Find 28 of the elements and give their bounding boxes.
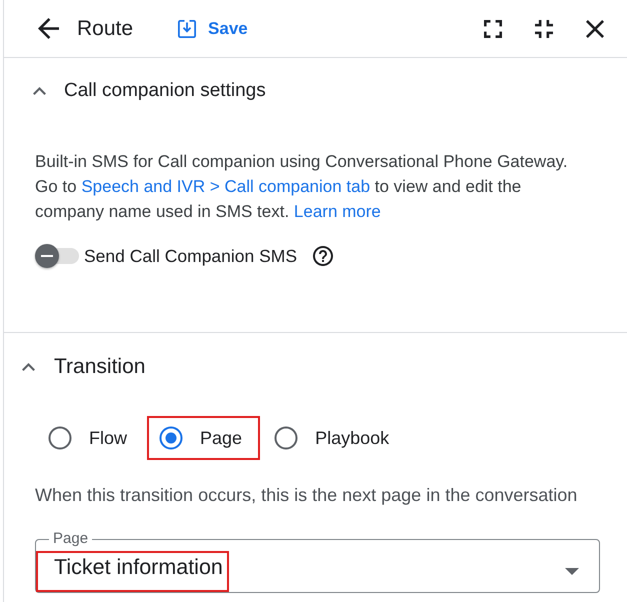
back-arrow-icon[interactable] — [38, 18, 59, 39]
radio-button-icon[interactable] — [274, 426, 298, 450]
hint-text: When this transition occurs, this is the next page in the conversation — [35, 485, 578, 505]
section-title: Transition — [54, 355, 146, 379]
help-icon[interactable] — [313, 246, 334, 266]
toggle-switch[interactable] — [35, 244, 79, 268]
panel-title: Route — [77, 16, 134, 40]
page-select-field[interactable]: Page Ticket information — [35, 531, 600, 593]
close-icon[interactable] — [586, 20, 604, 38]
radio-option[interactable]: Flow — [48, 426, 128, 450]
chevron-up-icon[interactable] — [33, 87, 46, 95]
field-label: Page — [52, 531, 90, 547]
link[interactable]: Speech and IVR > Call companion tab — [81, 177, 370, 196]
radio-button-icon[interactable] — [48, 426, 72, 450]
save-icon — [178, 20, 196, 38]
field-value: Ticket information — [54, 554, 223, 580]
description-text: Built-in SMS for Call companion using Conversational Phone Gateway. Go to Speech and IVR > Call companion tab to view and edit the company name used in SMS text. Learn more — [35, 151, 569, 223]
exit-fullscreen-icon[interactable] — [535, 20, 553, 38]
radio-option[interactable]: Playbook — [274, 426, 390, 450]
section-title: Call companion settings — [64, 80, 266, 102]
chevron-up-icon[interactable] — [22, 363, 35, 371]
fullscreen-icon[interactable] — [484, 20, 502, 38]
save-button[interactable]: Save — [178, 18, 248, 38]
radio-button-icon[interactable] — [159, 426, 184, 450]
caret-down-icon[interactable] — [565, 568, 579, 575]
link[interactable]: Learn more — [294, 202, 381, 221]
radio-option[interactable]: Page — [159, 426, 242, 450]
toggle-label: Send Call Companion SMS — [84, 246, 298, 266]
